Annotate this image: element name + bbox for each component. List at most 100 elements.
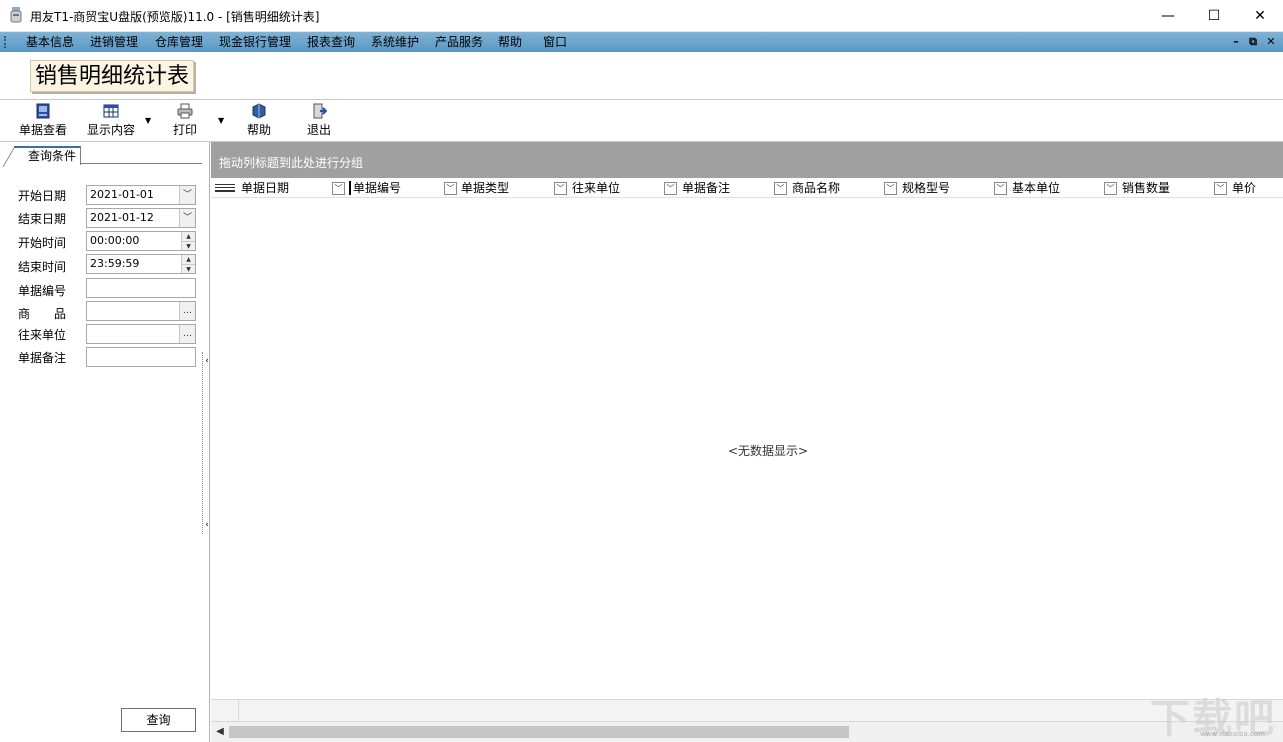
column-resize-handle[interactable]: [349, 181, 351, 195]
end-time-spinner[interactable]: ▲ ▼: [181, 255, 195, 273]
display-content-dropdown-icon[interactable]: ▼: [145, 116, 151, 125]
query-panel: 查询条件 开始日期 2021-01-01 ﹀ 结束日期 2021-01-12 ﹀…: [0, 142, 210, 742]
print-dropdown-icon[interactable]: ▼: [218, 116, 224, 125]
product-label: 商 品: [18, 307, 67, 321]
column-header-doc-number[interactable]: 单据编号: [353, 178, 401, 198]
start-time-value: 00:00:00: [90, 234, 140, 247]
column-filter-icon[interactable]: ﹀: [444, 182, 457, 195]
menu-product-service[interactable]: 产品服务: [435, 34, 483, 50]
doc-note-field[interactable]: [86, 347, 196, 367]
document-view-icon: [36, 103, 50, 119]
ellipsis-icon[interactable]: …: [179, 302, 195, 320]
print-button[interactable]: 打印: [168, 103, 202, 139]
tab-query-conditions-label: 查询条件: [28, 149, 77, 163]
end-time-field[interactable]: 23:59:59 ▲ ▼: [86, 254, 196, 274]
column-header-doc-date[interactable]: 单据日期: [241, 178, 289, 198]
column-filter-icon[interactable]: ﹀: [554, 182, 567, 195]
row-indicator-icon[interactable]: [215, 184, 235, 192]
view-doc-label: 单据查看: [18, 123, 67, 137]
query-tab-strip: 查询条件: [2, 146, 202, 167]
product-field[interactable]: …: [86, 301, 196, 321]
column-header-product-name[interactable]: 商品名称: [792, 178, 840, 198]
panel-splitter[interactable]: ‹ ‹: [202, 352, 210, 534]
tab-query-conditions[interactable]: 查询条件: [2, 146, 82, 167]
group-by-panel[interactable]: 拖动列标题到此处进行分组: [211, 142, 1283, 178]
chevron-down-icon[interactable]: ﹀: [179, 186, 195, 204]
partner-field[interactable]: …: [86, 324, 196, 344]
spin-down-icon[interactable]: ▼: [182, 264, 195, 273]
exit-button[interactable]: 退出: [302, 103, 336, 139]
column-filter-icon[interactable]: ﹀: [664, 182, 677, 195]
help-book-icon: [252, 103, 266, 119]
menu-reports[interactable]: 报表查询: [307, 34, 355, 50]
column-header-row: 单据日期 ﹀ 单据编号 ﹀ 单据类型 ﹀ 往来单位 ﹀ 单据备注 ﹀ 商品名称 …: [211, 178, 1283, 198]
grid-footer-row: [211, 699, 1283, 722]
column-filter-icon[interactable]: ﹀: [1104, 182, 1117, 195]
column-header-partner[interactable]: 往来单位: [572, 178, 620, 198]
end-date-value: 2021-01-12: [90, 211, 154, 224]
display-content-button[interactable]: 显示内容: [82, 103, 140, 139]
start-time-spinner[interactable]: ▲ ▼: [181, 232, 195, 250]
view-doc-button[interactable]: 单据查看: [14, 103, 72, 139]
column-filter-icon[interactable]: ﹀: [774, 182, 787, 195]
help-label: 帮助: [246, 123, 271, 137]
spin-up-icon[interactable]: ▲: [182, 232, 195, 241]
menu-purchase-sales[interactable]: 进销管理: [90, 34, 138, 50]
menu-help[interactable]: 帮助: [498, 34, 522, 50]
start-date-field[interactable]: 2021-01-01 ﹀: [86, 185, 196, 205]
app-icon: [10, 7, 22, 23]
menu-system[interactable]: 系统维护: [371, 34, 419, 50]
end-date-label: 结束日期: [18, 212, 67, 226]
menu-cash-bank[interactable]: 现金银行管理: [219, 34, 291, 50]
column-filter-icon[interactable]: ﹀: [994, 182, 1007, 195]
doc-note-label: 单据备注: [18, 351, 67, 365]
doc-number-field[interactable]: [86, 278, 196, 298]
start-time-label: 开始时间: [18, 236, 67, 250]
grid-columns-icon: [103, 104, 119, 118]
column-filter-icon[interactable]: ﹀: [884, 182, 897, 195]
horizontal-scrollbar[interactable]: ◀: [211, 721, 1283, 742]
column-header-unit-price[interactable]: 单价: [1232, 178, 1256, 198]
help-button[interactable]: 帮助: [242, 103, 276, 139]
watermark-url: www.xiazaiba.com: [1200, 730, 1265, 738]
close-button[interactable]: ✕: [1237, 0, 1283, 32]
menu-grip-icon: [4, 36, 12, 48]
chevron-down-icon[interactable]: ﹀: [179, 209, 195, 227]
display-content-label: 显示内容: [86, 123, 135, 137]
menu-window[interactable]: 窗口: [543, 34, 567, 50]
window-titlebar: 用友T1-商贸宝U盘版(预览版)11.0 - [销售明细统计表] — ☐ ✕: [0, 0, 1283, 32]
end-time-label: 结束时间: [18, 260, 67, 274]
ellipsis-icon[interactable]: …: [179, 325, 195, 343]
start-date-label: 开始日期: [18, 189, 67, 203]
start-time-field[interactable]: 00:00:00 ▲ ▼: [86, 231, 196, 251]
mdi-close-button[interactable]: ✕: [1263, 34, 1279, 50]
scrollbar-thumb[interactable]: [229, 726, 849, 738]
group-hint: 拖动列标题到此处进行分组: [219, 156, 364, 170]
collapse-left-icon[interactable]: ‹: [203, 356, 211, 366]
print-label: 打印: [172, 123, 197, 137]
window-title: 用友T1-商贸宝U盘版(预览版)11.0 - [销售明细统计表]: [30, 10, 320, 24]
column-header-sales-qty[interactable]: 销售数量: [1122, 178, 1170, 198]
end-time-value: 23:59:59: [90, 257, 140, 270]
collapse-left-icon[interactable]: ‹: [203, 520, 211, 530]
spin-down-icon[interactable]: ▼: [182, 241, 195, 250]
results-grid: 拖动列标题到此处进行分组 单据日期 ﹀ 单据编号 ﹀ 单据类型 ﹀ 往来单位 ﹀…: [211, 142, 1283, 742]
end-date-field[interactable]: 2021-01-12 ﹀: [86, 208, 196, 228]
menu-basic-info[interactable]: 基本信息: [26, 34, 74, 50]
printer-icon: [177, 103, 193, 119]
query-button[interactable]: 查询: [121, 708, 196, 732]
column-header-spec[interactable]: 规格型号: [902, 178, 950, 198]
mdi-restore-button[interactable]: ⧉: [1245, 34, 1261, 50]
spin-up-icon[interactable]: ▲: [182, 255, 195, 264]
minimize-button[interactable]: —: [1145, 0, 1191, 32]
menu-warehouse[interactable]: 仓库管理: [155, 34, 203, 50]
column-filter-icon[interactable]: ﹀: [332, 182, 345, 195]
column-header-doc-type[interactable]: 单据类型: [461, 178, 509, 198]
column-header-doc-note[interactable]: 单据备注: [682, 178, 730, 198]
maximize-button[interactable]: ☐: [1191, 0, 1237, 32]
column-filter-icon[interactable]: ﹀: [1214, 182, 1227, 195]
column-header-base-unit[interactable]: 基本单位: [1012, 178, 1060, 198]
mdi-minimize-button[interactable]: –: [1228, 34, 1244, 50]
scroll-left-icon[interactable]: ◀: [211, 722, 229, 742]
doc-number-label: 单据编号: [18, 284, 67, 298]
